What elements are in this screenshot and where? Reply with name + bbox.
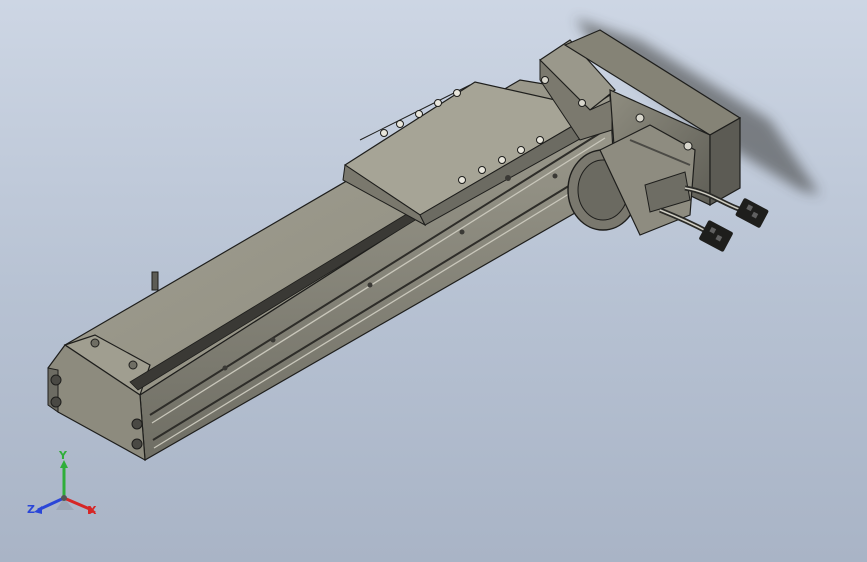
graphics-viewport[interactable]: Y Z X: [0, 0, 867, 562]
axis-label-z: Z: [27, 503, 35, 516]
carriage-sensor-dot: [505, 175, 511, 181]
sensor-tab: [151, 271, 159, 291]
end-cap-bolt-2: [50, 396, 62, 408]
encoder-connector: [735, 198, 769, 228]
end-cap-bolt-1: [50, 374, 62, 386]
end-cap-top-bolt-2: [128, 360, 138, 370]
end-cap-bolt-3: [131, 418, 143, 430]
end-cap-top-bolt: [90, 338, 100, 348]
side-hole-1: [222, 365, 228, 371]
side-hole-2: [270, 337, 276, 343]
mount-bolt-2: [578, 99, 586, 107]
axis-triad: Y Z X: [26, 448, 106, 528]
axis-label-x: X: [88, 504, 97, 517]
side-hole-5: [552, 173, 558, 179]
motor-bolt-1: [635, 113, 645, 123]
power-connector: [699, 220, 733, 252]
linear-actuator-model[interactable]: [0, 0, 867, 562]
axis-label-y: Y: [59, 449, 67, 462]
motor-bolt-2: [683, 141, 693, 151]
end-cap-bolt-4: [131, 438, 143, 450]
side-hole-4: [459, 229, 465, 235]
side-hole-3: [367, 282, 373, 288]
mount-bolt-1: [541, 76, 549, 84]
